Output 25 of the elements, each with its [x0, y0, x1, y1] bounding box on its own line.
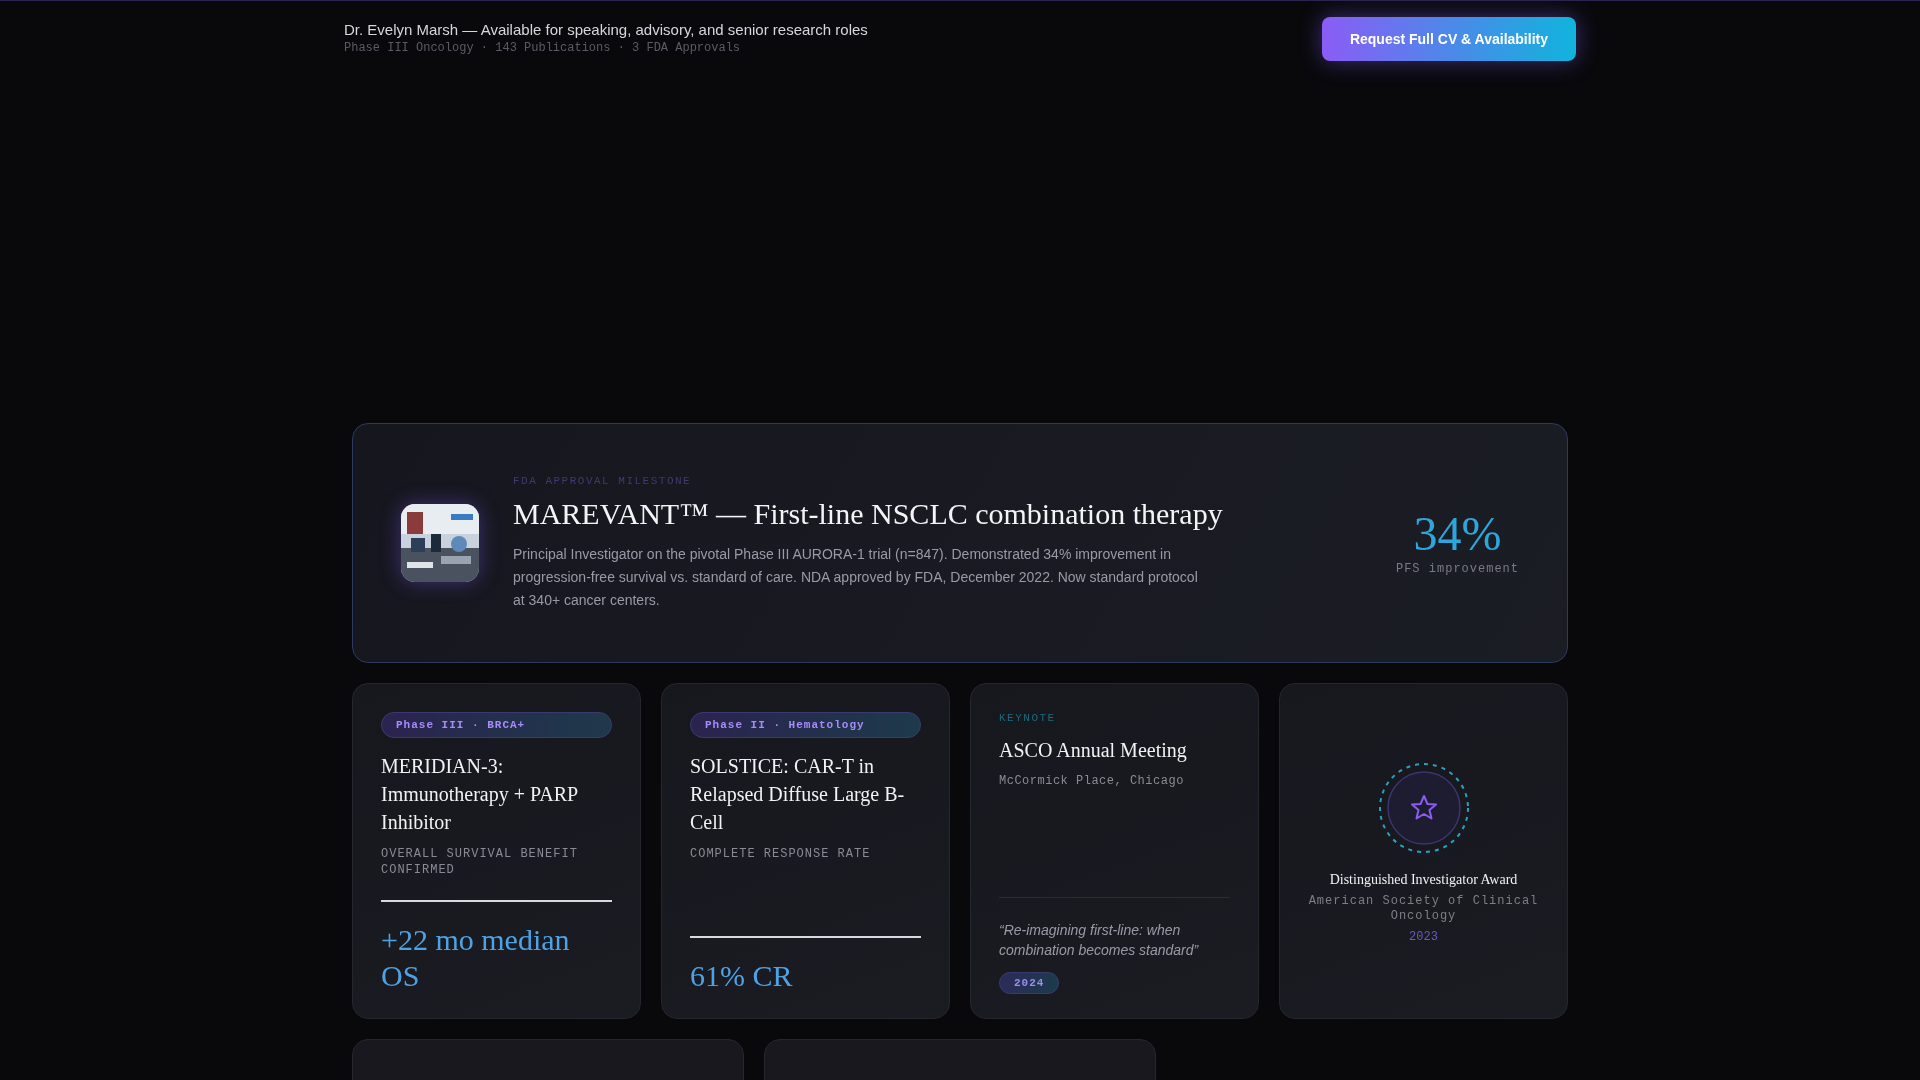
keynote-quote: “Re-imagining first-line: when combination becomes standard”: [999, 921, 1200, 960]
award-year: 2023: [1409, 930, 1438, 944]
request-cv-button[interactable]: Request Full CV & Availability: [1321, 17, 1576, 61]
trial-tag: Phase III · BRCA+: [381, 712, 612, 738]
feature-title: MAREVANT™ — First-line NSCLC combination therapy: [513, 496, 1224, 531]
header-headline: Dr. Evelyn Marsh — Available for speaking, advisory, and senior research roles: [344, 21, 868, 38]
card-location: McCormick Place, Chicago: [999, 774, 1185, 788]
trial-stat: +22 mo median OS: [381, 922, 571, 994]
star-medal-icon: [1377, 762, 1470, 854]
card-title: ASCO Annual Meeting: [999, 738, 1188, 764]
feature-eyebrow: FDA APPROVAL MILESTONE: [513, 474, 693, 487]
header-meta: Phase III Oncology · 143 Publications · 3 FDA Approvals: [344, 41, 742, 55]
award-organization: American Society of Clinical Oncology: [1308, 894, 1539, 924]
feature-stat-label: PFS improvement: [1395, 562, 1519, 576]
card-eyebrow: KEYNOTE: [999, 712, 1057, 724]
trial-stat: 61% CR: [690, 958, 794, 994]
year-badge: 2024: [999, 972, 1060, 994]
card-subtitle: COMPLETE RESPONSE RATE: [690, 846, 872, 862]
card-title: MERIDIAN-3: Immunotherapy + PARP Inhibitor: [381, 754, 579, 835]
card-title: SOLSTICE: CAR-T in Relapsed Diffuse Large B-Cell: [690, 754, 906, 835]
feature-description: Principal Investigator on the pivotal Phase III AURORA-1 trial (n=847). Demonstrated 34% improvement in progression-free survival vs. standard of care. NDA approved by FDA, December 2022. Now standard protocol at 340+ cancer centers.: [513, 544, 1199, 610]
award-title: Distinguished Investigator Award: [1329, 872, 1518, 888]
trial-tag: Phase II · Hematology: [690, 712, 921, 738]
card-subtitle: OVERALL SURVIVAL BENEFIT CONFIRMED: [381, 846, 579, 878]
feature-stat: 34%: [1413, 510, 1502, 558]
